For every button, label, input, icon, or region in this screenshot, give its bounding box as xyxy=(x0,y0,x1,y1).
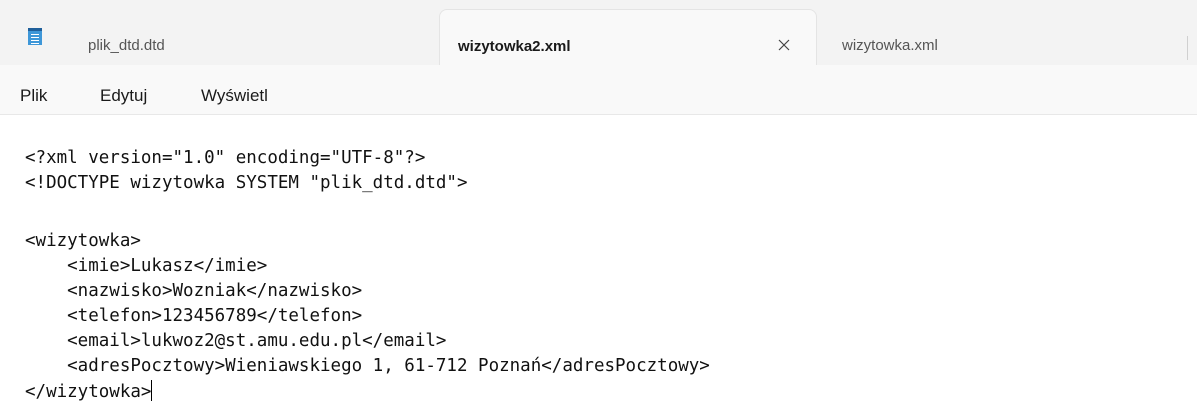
code-line: <email>lukwoz2@st.amu.edu.pl</email> xyxy=(25,331,447,351)
code-line-last: </wizytowka> xyxy=(25,380,153,403)
menu-bar: Plik Edytuj Wyświetl xyxy=(0,65,1197,115)
code-line: <adresPocztowy>Wieniawskiego 1, 61-712 P… xyxy=(25,356,710,376)
menu-plik[interactable]: Plik xyxy=(20,85,47,107)
tab-plik-dtd[interactable]: plik_dtd.dtd xyxy=(63,9,439,65)
tab-wizytowka2-active[interactable]: wizytowka2.xml xyxy=(439,9,817,65)
tab-bar: plik_dtd.dtd wizytowka2.xml wizytowka.xm… xyxy=(0,0,1197,65)
tab-label: wizytowka.xml xyxy=(842,37,938,54)
code-line: <nazwisko>Wozniak</nazwisko> xyxy=(25,281,363,301)
text-editor[interactable]: <?xml version="1.0" encoding="UTF-8"?> <… xyxy=(0,115,1197,403)
tab-divider xyxy=(1187,36,1188,60)
text-caret xyxy=(151,380,153,401)
menu-wyswietl[interactable]: Wyświetl xyxy=(201,85,268,107)
tab-label: wizytowka2.xml xyxy=(458,38,571,55)
code-line-text: </wizytowka> xyxy=(25,382,152,402)
close-icon[interactable] xyxy=(774,35,794,55)
code-line: <telefon>123456789</telefon> xyxy=(25,306,363,326)
code-line: <imie>Lukasz</imie> xyxy=(25,256,268,276)
code-line: <wizytowka> xyxy=(25,231,141,251)
notepad-window: plik_dtd.dtd wizytowka2.xml wizytowka.xm… xyxy=(0,0,1197,403)
tab-wizytowka[interactable]: wizytowka.xml xyxy=(817,9,1187,65)
notepad-icon xyxy=(28,28,42,45)
code-line: <?xml version="1.0" encoding="UTF-8"?> xyxy=(25,148,426,168)
code-line: <!DOCTYPE wizytowka SYSTEM "plik_dtd.dtd… xyxy=(25,173,468,193)
tab-label: plik_dtd.dtd xyxy=(88,37,165,54)
menu-edytuj[interactable]: Edytuj xyxy=(100,85,147,107)
